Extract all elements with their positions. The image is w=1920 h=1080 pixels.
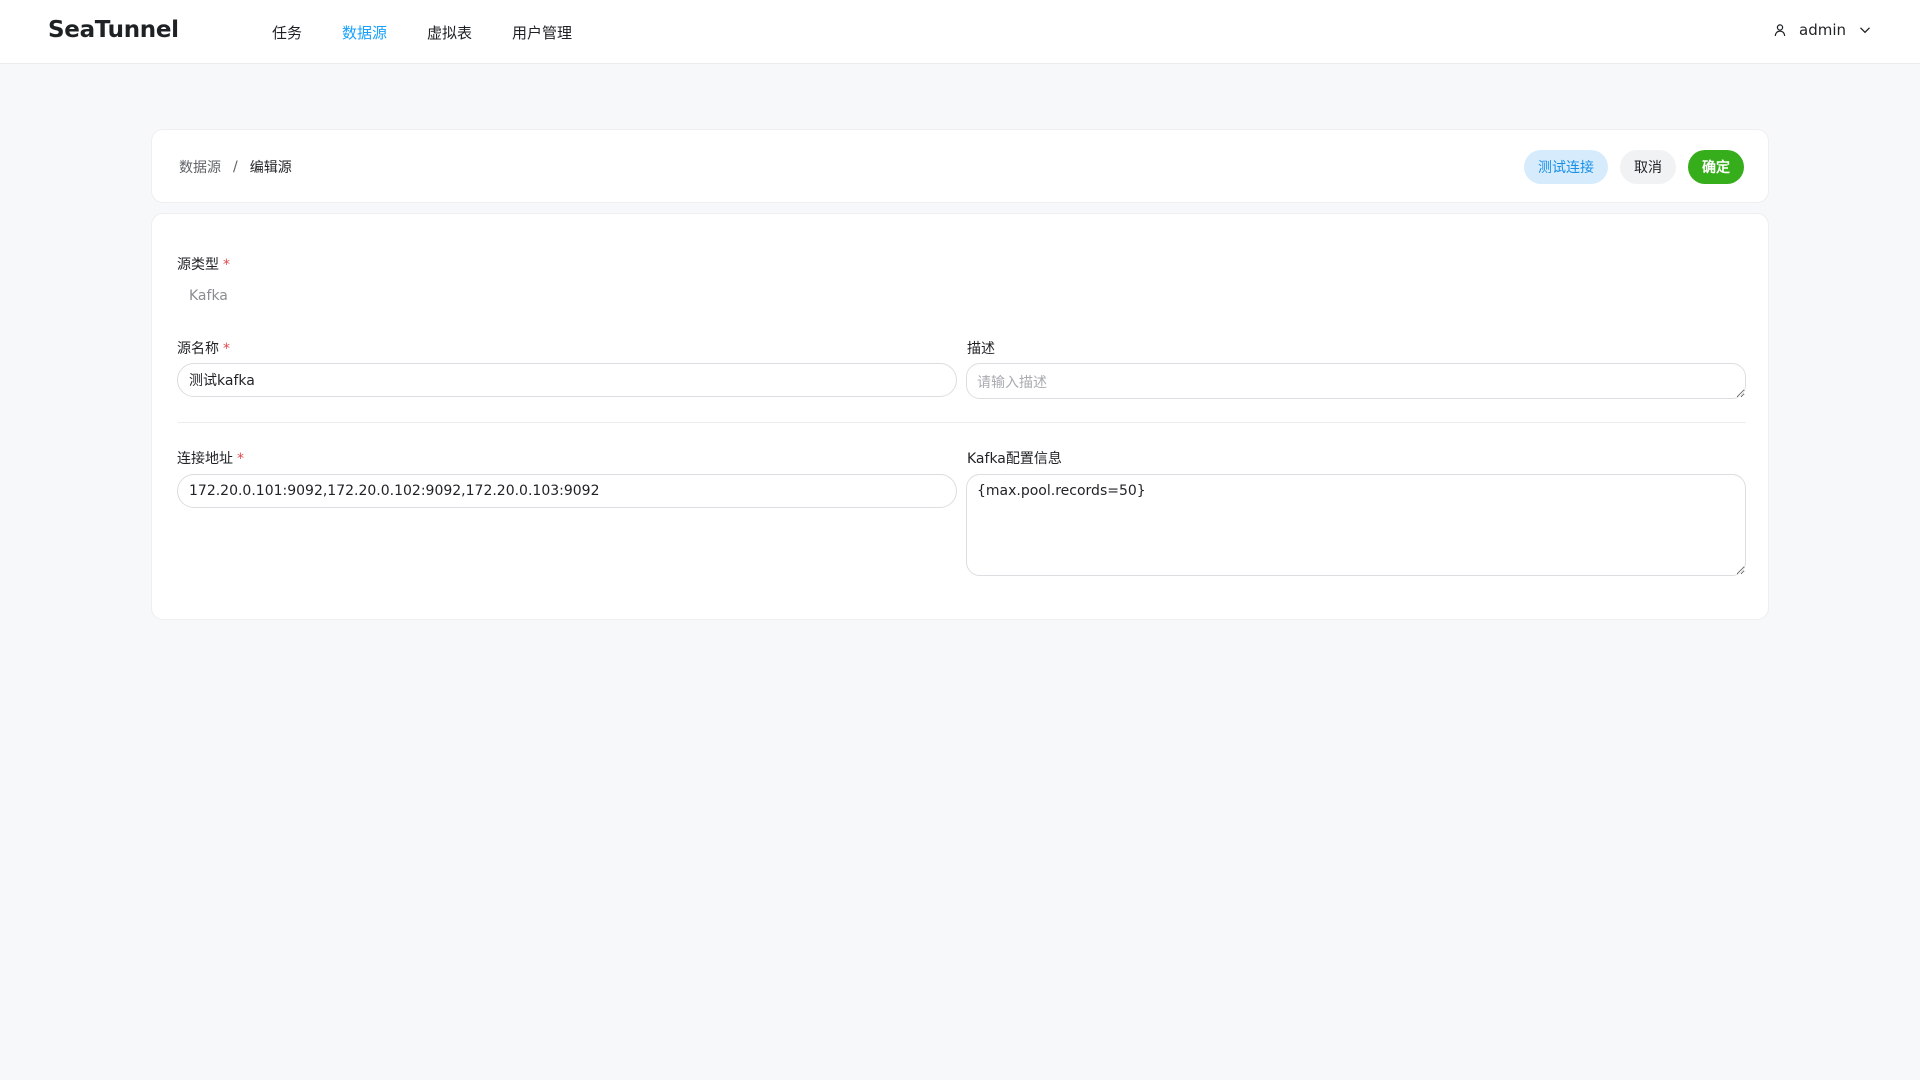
description-label: 描述 bbox=[967, 341, 995, 357]
source-name-label-text: 源名称 bbox=[177, 341, 219, 357]
breadcrumb-separator: / bbox=[233, 159, 238, 175]
page-header-card: 数据源 / 编辑源 测试连接 取消 确定 bbox=[151, 129, 1769, 203]
description-input[interactable] bbox=[966, 363, 1746, 399]
breadcrumb-current: 编辑源 bbox=[249, 160, 292, 176]
form-divider bbox=[178, 422, 1746, 423]
nav-item-user-management[interactable]: 用户管理 bbox=[512, 22, 572, 43]
breadcrumb: 数据源 / 编辑源 bbox=[179, 130, 292, 204]
kafka-config-input[interactable]: {max.pool.records=50} bbox=[966, 474, 1746, 576]
header-actions: 测试连接 取消 确定 bbox=[1512, 130, 1744, 204]
user-name: admin bbox=[1799, 21, 1846, 39]
source-type-value: Kafka bbox=[189, 288, 228, 304]
address-label: 连接地址 * bbox=[177, 448, 244, 468]
address-input[interactable] bbox=[177, 474, 957, 508]
kafka-config-label: Kafka配置信息 bbox=[967, 451, 1062, 467]
nav-item-virtual-tables[interactable]: 虚拟表 bbox=[427, 22, 472, 43]
user-menu[interactable]: admin bbox=[1773, 0, 1872, 60]
required-mark: * bbox=[223, 257, 230, 273]
nav-item-datasources[interactable]: 数据源 bbox=[342, 22, 387, 43]
nav-item-tasks[interactable]: 任务 bbox=[272, 22, 302, 43]
required-mark: * bbox=[237, 451, 244, 467]
datasource-form-card: 源类型* Kafka 源名称* 描述 连接地址* Kafka配置信息 {max.… bbox=[151, 213, 1769, 620]
source-name-input[interactable] bbox=[177, 363, 957, 397]
breadcrumb-datasources[interactable]: 数据源 bbox=[179, 157, 221, 177]
brand-logo[interactable]: SeaTunnel bbox=[48, 17, 179, 43]
top-navbar: SeaTunnel 任务 数据源 虚拟表 用户管理 admin bbox=[0, 0, 1920, 64]
confirm-button[interactable]: 确定 bbox=[1688, 150, 1744, 184]
user-icon bbox=[1773, 23, 1787, 37]
test-connection-button[interactable]: 测试连接 bbox=[1524, 150, 1608, 184]
source-type-label: 源类型 * bbox=[177, 254, 230, 274]
source-name-label: 源名称 * bbox=[177, 338, 230, 358]
required-mark: * bbox=[223, 341, 230, 357]
main-nav: 任务 数据源 虚拟表 用户管理 bbox=[272, 0, 612, 64]
chevron-down-icon bbox=[1858, 23, 1872, 37]
address-label-text: 连接地址 bbox=[177, 451, 233, 467]
source-type-label-text: 源类型 bbox=[177, 257, 219, 273]
cancel-button[interactable]: 取消 bbox=[1620, 150, 1676, 184]
